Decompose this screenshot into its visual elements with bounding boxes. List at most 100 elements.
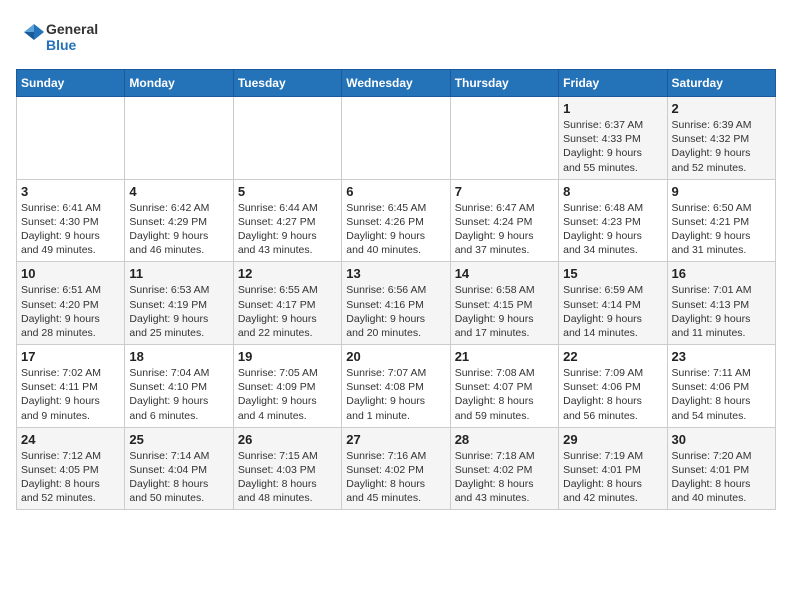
header: General Blue <box>16 16 776 61</box>
day-info: Sunrise: 6:44 AM Sunset: 4:27 PM Dayligh… <box>238 201 337 258</box>
calendar-body: 1 Sunrise: 6:37 AM Sunset: 4:33 PM Daylig… <box>17 97 776 510</box>
day-of-week-header: Sunday <box>17 70 125 97</box>
logo-icon: General Blue <box>16 16 106 61</box>
day-number: 21 <box>455 349 554 364</box>
day-number: 4 <box>129 184 228 199</box>
calendar-cell: 10 Sunrise: 6:51 AM Sunset: 4:20 PM Dayli… <box>17 262 125 345</box>
day-info: Sunrise: 7:01 AM Sunset: 4:13 PM Dayligh… <box>672 283 771 340</box>
day-number: 27 <box>346 432 445 447</box>
day-info: Sunrise: 6:45 AM Sunset: 4:26 PM Dayligh… <box>346 201 445 258</box>
calendar-cell: 20 Sunrise: 7:07 AM Sunset: 4:08 PM Dayli… <box>342 345 450 428</box>
calendar-cell: 15 Sunrise: 6:59 AM Sunset: 4:14 PM Dayli… <box>559 262 667 345</box>
calendar-header: SundayMondayTuesdayWednesdayThursdayFrid… <box>17 70 776 97</box>
calendar-cell: 13Sunrise: 6:56 AM Sunset: 4:16 PM Dayli… <box>342 262 450 345</box>
calendar-week-row: 10 Sunrise: 6:51 AM Sunset: 4:20 PM Dayli… <box>17 262 776 345</box>
day-info: Sunrise: 7:04 AM Sunset: 4:10 PM Dayligh… <box>129 366 228 423</box>
day-info: Sunrise: 6:59 AM Sunset: 4:14 PM Dayligh… <box>563 283 662 340</box>
day-number: 16 <box>672 266 771 281</box>
day-number: 1 <box>563 101 662 116</box>
svg-text:General: General <box>46 21 98 37</box>
day-info: Sunrise: 7:11 AM Sunset: 4:06 PM Dayligh… <box>672 366 771 423</box>
calendar-cell: 18 Sunrise: 7:04 AM Sunset: 4:10 PM Dayli… <box>125 345 233 428</box>
calendar-cell: 3 Sunrise: 6:41 AM Sunset: 4:30 PM Daylig… <box>17 179 125 262</box>
calendar-week-row: 1 Sunrise: 6:37 AM Sunset: 4:33 PM Daylig… <box>17 97 776 180</box>
calendar-cell <box>125 97 233 180</box>
day-info: Sunrise: 6:50 AM Sunset: 4:21 PM Dayligh… <box>672 201 771 258</box>
calendar-cell: 14 Sunrise: 6:58 AM Sunset: 4:15 PM Dayli… <box>450 262 558 345</box>
day-number: 29 <box>563 432 662 447</box>
day-number: 19 <box>238 349 337 364</box>
day-number: 10 <box>21 266 120 281</box>
day-of-week-header: Thursday <box>450 70 558 97</box>
calendar-cell: 5 Sunrise: 6:44 AM Sunset: 4:27 PM Daylig… <box>233 179 341 262</box>
logo: General Blue <box>16 16 106 61</box>
day-number: 7 <box>455 184 554 199</box>
calendar-cell: 16 Sunrise: 7:01 AM Sunset: 4:13 PM Dayli… <box>667 262 775 345</box>
day-number: 8 <box>563 184 662 199</box>
day-number: 25 <box>129 432 228 447</box>
day-number: 18 <box>129 349 228 364</box>
day-of-week-header: Monday <box>125 70 233 97</box>
day-info: Sunrise: 6:58 AM Sunset: 4:15 PM Dayligh… <box>455 283 554 340</box>
day-number: 20 <box>346 349 445 364</box>
day-info: Sunrise: 7:19 AM Sunset: 4:01 PM Dayligh… <box>563 449 662 506</box>
calendar-cell: 6 Sunrise: 6:45 AM Sunset: 4:26 PM Daylig… <box>342 179 450 262</box>
calendar-cell <box>17 97 125 180</box>
day-number: 5 <box>238 184 337 199</box>
day-number: 26 <box>238 432 337 447</box>
calendar-table: SundayMondayTuesdayWednesdayThursdayFrid… <box>16 69 776 510</box>
calendar-cell: 27 Sunrise: 7:16 AM Sunset: 4:02 PM Dayli… <box>342 427 450 510</box>
calendar-cell: 8 Sunrise: 6:48 AM Sunset: 4:23 PM Daylig… <box>559 179 667 262</box>
day-number: 23 <box>672 349 771 364</box>
calendar-cell: 9 Sunrise: 6:50 AM Sunset: 4:21 PM Daylig… <box>667 179 775 262</box>
day-number: 24 <box>21 432 120 447</box>
day-info: Sunrise: 7:05 AM Sunset: 4:09 PM Dayligh… <box>238 366 337 423</box>
day-number: 22 <box>563 349 662 364</box>
day-info: Sunrise: 6:41 AM Sunset: 4:30 PM Dayligh… <box>21 201 120 258</box>
calendar-cell <box>233 97 341 180</box>
day-number: 14 <box>455 266 554 281</box>
calendar-cell: 17Sunrise: 7:02 AM Sunset: 4:11 PM Dayli… <box>17 345 125 428</box>
day-info: Sunrise: 6:39 AM Sunset: 4:32 PM Dayligh… <box>672 118 771 175</box>
calendar-cell: 12 Sunrise: 6:55 AM Sunset: 4:17 PM Dayli… <box>233 262 341 345</box>
day-info: Sunrise: 6:48 AM Sunset: 4:23 PM Dayligh… <box>563 201 662 258</box>
day-info: Sunrise: 7:08 AM Sunset: 4:07 PM Dayligh… <box>455 366 554 423</box>
day-number: 15 <box>563 266 662 281</box>
day-number: 12 <box>238 266 337 281</box>
calendar-cell: 30 Sunrise: 7:20 AM Sunset: 4:01 PM Dayli… <box>667 427 775 510</box>
day-info: Sunrise: 6:55 AM Sunset: 4:17 PM Dayligh… <box>238 283 337 340</box>
day-info: Sunrise: 6:42 AM Sunset: 4:29 PM Dayligh… <box>129 201 228 258</box>
header-row: SundayMondayTuesdayWednesdayThursdayFrid… <box>17 70 776 97</box>
calendar-cell: 2 Sunrise: 6:39 AM Sunset: 4:32 PM Daylig… <box>667 97 775 180</box>
calendar-cell: 24Sunrise: 7:12 AM Sunset: 4:05 PM Dayli… <box>17 427 125 510</box>
svg-text:Blue: Blue <box>46 37 77 53</box>
day-of-week-header: Wednesday <box>342 70 450 97</box>
day-info: Sunrise: 7:09 AM Sunset: 4:06 PM Dayligh… <box>563 366 662 423</box>
day-info: Sunrise: 7:16 AM Sunset: 4:02 PM Dayligh… <box>346 449 445 506</box>
day-of-week-header: Friday <box>559 70 667 97</box>
day-info: Sunrise: 7:07 AM Sunset: 4:08 PM Dayligh… <box>346 366 445 423</box>
day-number: 28 <box>455 432 554 447</box>
day-info: Sunrise: 6:37 AM Sunset: 4:33 PM Dayligh… <box>563 118 662 175</box>
calendar-week-row: 17Sunrise: 7:02 AM Sunset: 4:11 PM Dayli… <box>17 345 776 428</box>
day-info: Sunrise: 7:14 AM Sunset: 4:04 PM Dayligh… <box>129 449 228 506</box>
day-info: Sunrise: 6:56 AM Sunset: 4:16 PM Dayligh… <box>346 283 445 340</box>
day-number: 30 <box>672 432 771 447</box>
day-info: Sunrise: 7:02 AM Sunset: 4:11 PM Dayligh… <box>21 366 120 423</box>
calendar-week-row: 3 Sunrise: 6:41 AM Sunset: 4:30 PM Daylig… <box>17 179 776 262</box>
calendar-cell: 21 Sunrise: 7:08 AM Sunset: 4:07 PM Dayli… <box>450 345 558 428</box>
calendar-cell <box>342 97 450 180</box>
day-info: Sunrise: 7:20 AM Sunset: 4:01 PM Dayligh… <box>672 449 771 506</box>
day-info: Sunrise: 6:47 AM Sunset: 4:24 PM Dayligh… <box>455 201 554 258</box>
day-number: 6 <box>346 184 445 199</box>
calendar-cell: 29 Sunrise: 7:19 AM Sunset: 4:01 PM Dayli… <box>559 427 667 510</box>
calendar-cell: 1 Sunrise: 6:37 AM Sunset: 4:33 PM Daylig… <box>559 97 667 180</box>
day-of-week-header: Tuesday <box>233 70 341 97</box>
calendar-cell: 4 Sunrise: 6:42 AM Sunset: 4:29 PM Daylig… <box>125 179 233 262</box>
day-number: 2 <box>672 101 771 116</box>
day-number: 11 <box>129 266 228 281</box>
day-number: 3 <box>21 184 120 199</box>
day-info: Sunrise: 6:51 AM Sunset: 4:20 PM Dayligh… <box>21 283 120 340</box>
day-number: 9 <box>672 184 771 199</box>
day-info: Sunrise: 6:53 AM Sunset: 4:19 PM Dayligh… <box>129 283 228 340</box>
